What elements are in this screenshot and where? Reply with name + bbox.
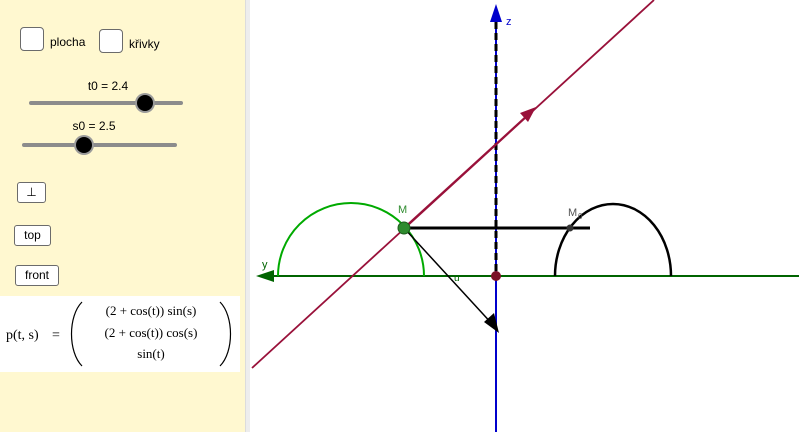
u-label: u [454, 273, 460, 284]
z-axis-label: z [506, 16, 512, 28]
front-view-button[interactable]: front [15, 265, 59, 286]
plocha-checkbox[interactable] [20, 27, 44, 51]
t0-slider-handle[interactable] [137, 95, 153, 111]
formula-row-3: sin(t) [137, 346, 164, 361]
left-paren [71, 301, 83, 367]
krivky-checkbox[interactable] [99, 29, 123, 53]
y-axis-arrowhead [256, 270, 274, 282]
graphics-view[interactable]: y z u M 0 M [250, 0, 799, 432]
t0-slider-label: t0 = 2.4 [87, 79, 129, 93]
formula-svg: p(t, s) = (2 + cos(t)) sin(s) (2 + cos(t… [6, 301, 231, 367]
perpendicular-view-button[interactable]: ⊥ [17, 182, 46, 203]
s0-slider-label: s0 = 2.5 [72, 119, 116, 133]
plocha-label: plocha [50, 35, 86, 49]
point-M[interactable] [397, 221, 411, 235]
krivky-label: křivky [129, 37, 160, 51]
right-paren [219, 301, 231, 367]
point-M0-subscript: 0 [578, 212, 583, 221]
point-M0[interactable] [566, 224, 574, 232]
z-axis-arrowhead [490, 4, 502, 22]
s0-slider-handle[interactable] [76, 137, 92, 153]
origin-point[interactable] [491, 271, 501, 281]
formula-equals: = [52, 328, 60, 343]
parametrization-formula: p(t, s) = (2 + cos(t)) sin(s) (2 + cos(t… [0, 296, 240, 372]
red-vector [403, 112, 531, 229]
s0-slider-track[interactable] [22, 143, 177, 147]
t0-slider-track[interactable] [29, 101, 183, 105]
formula-row-1: (2 + cos(t)) sin(s) [106, 303, 197, 318]
y-axis-label: y [262, 259, 268, 271]
formula-row-2: (2 + cos(t)) cos(s) [105, 325, 198, 340]
top-view-button[interactable]: top [14, 225, 51, 246]
formula-lhs: p(t, s) [6, 328, 39, 343]
point-M0-label: M [568, 207, 577, 219]
point-M-label: M [398, 204, 407, 216]
